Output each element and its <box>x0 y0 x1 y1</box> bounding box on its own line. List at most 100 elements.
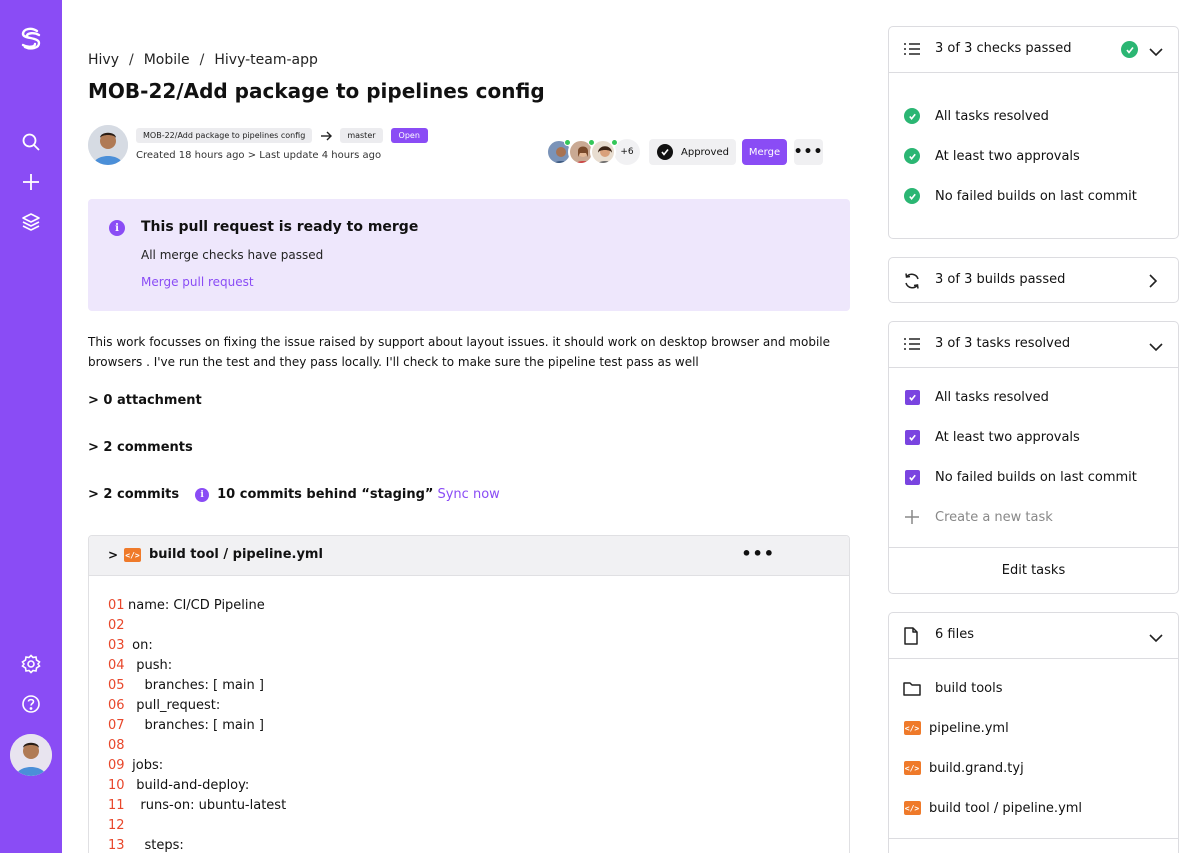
code-line: 05 branches: [ main ] <box>108 676 286 696</box>
code-file-icon: </> <box>903 801 921 815</box>
code-more-button[interactable]: ••• <box>741 544 775 563</box>
info-icon: i <box>195 487 210 502</box>
plus-icon[interactable] <box>19 170 43 194</box>
line-number: 05 <box>108 678 125 693</box>
breadcrumb-item-repo[interactable]: Hivy-team-app <box>214 52 318 68</box>
commits-toggle[interactable]: > 2 commits <box>88 487 179 502</box>
code-line: 12 <box>108 816 286 836</box>
line-content: name: CI/CD Pipeline <box>128 598 265 613</box>
help-icon[interactable] <box>19 692 43 716</box>
check-item: All tasks resolved <box>903 107 1049 125</box>
code-viewer: > </> build tool / pipeline.yml ••• 01 na… <box>88 535 850 853</box>
checks-title: 3 of 3 checks passed <box>935 41 1072 56</box>
create-task-row[interactable]: Create a new task <box>903 508 1053 526</box>
sync-now-link[interactable]: Sync now <box>437 487 499 502</box>
edit-tasks-button[interactable]: Edit tasks <box>889 547 1178 593</box>
chevron-right-icon[interactable]: > <box>108 548 118 562</box>
task-label: No failed builds on last commit <box>935 469 1137 485</box>
line-number: 08 <box>108 738 125 753</box>
line-content: branches: [ main ] <box>128 678 264 693</box>
check-item-label: At least two approvals <box>935 148 1080 164</box>
file-item[interactable]: </> build.grand.tyj <box>903 759 1024 777</box>
line-number: 06 <box>108 698 125 713</box>
more-options-button[interactable]: ••• <box>794 139 823 165</box>
code-header[interactable]: > </> build tool / pipeline.yml ••• <box>89 536 849 576</box>
task-checkbox[interactable] <box>904 469 920 485</box>
layers-icon[interactable] <box>19 210 43 234</box>
builds-header[interactable]: 3 of 3 builds passed <box>889 258 1178 304</box>
checks-header[interactable]: 3 of 3 checks passed <box>889 27 1178 73</box>
line-number: 07 <box>108 718 125 733</box>
code-lines: 01 name: CI/CD Pipeline 02 03 on: 04 push: 05… <box>108 596 286 853</box>
merge-button[interactable]: Merge <box>742 139 787 165</box>
chevron-down-icon[interactable] <box>1148 628 1164 647</box>
code-file-icon: </> <box>903 721 921 735</box>
files-card: 6 files build tools </> pipeline.yml </>… <box>888 612 1179 853</box>
settings-icon[interactable] <box>19 652 43 676</box>
code-line: 04 push: <box>108 656 286 676</box>
tasks-card: 3 of 3 tasks resolved All tasks resolved… <box>888 321 1179 594</box>
line-number: 01 <box>108 598 125 613</box>
breadcrumb-item-workspace[interactable]: Hivy <box>88 52 119 68</box>
code-line: 09 jobs: <box>108 756 286 776</box>
file-item[interactable]: </> build tool / pipeline.yml <box>903 799 1082 817</box>
comments-toggle[interactable]: > 2 comments <box>88 440 193 455</box>
logo-icon[interactable] <box>17 26 45 54</box>
merge-pull-request-link[interactable]: Merge pull request <box>141 275 254 289</box>
chevron-down-icon[interactable] <box>1148 337 1164 356</box>
check-item-label: All tasks resolved <box>935 108 1049 124</box>
line-number: 12 <box>108 818 125 833</box>
create-task-label[interactable]: Create a new task <box>935 510 1053 525</box>
task-checkbox[interactable] <box>904 389 920 405</box>
task-label: At least two approvals <box>935 429 1080 445</box>
files-header[interactable]: 6 files <box>889 613 1178 659</box>
attachments-toggle[interactable]: > 0 attachment <box>88 393 202 408</box>
source-branch[interactable]: MOB-22/Add package to pipelines config <box>136 128 313 143</box>
code-file-name: build tool / pipeline.yml <box>149 547 323 562</box>
line-content: pull_request: <box>128 698 221 713</box>
pr-meta: Created 18 hours ago > Last update 4 hou… <box>136 150 382 161</box>
files-title: 6 files <box>935 627 974 642</box>
line-number: 11 <box>108 798 125 813</box>
tasks-header[interactable]: 3 of 3 tasks resolved <box>889 322 1178 368</box>
page-title: MOB-22/Add package to pipelines config <box>88 79 545 103</box>
file-item[interactable]: </> pipeline.yml <box>903 719 1009 737</box>
list-icon <box>903 41 921 61</box>
line-content: branches: [ main ] <box>128 718 264 733</box>
code-line: 07 branches: [ main ] <box>108 716 286 736</box>
refresh-icon <box>903 272 921 294</box>
builds-card[interactable]: 3 of 3 builds passed <box>888 257 1179 303</box>
breadcrumb-item-project[interactable]: Mobile <box>144 52 190 68</box>
approved-button[interactable]: Approved <box>649 139 736 165</box>
search-icon[interactable] <box>19 130 43 154</box>
line-number: 02 <box>108 618 125 633</box>
commits-row: > 2 commits i 10 commits behind “staging… <box>88 487 500 502</box>
check-circle-icon <box>1121 41 1138 58</box>
check-circle-icon <box>904 108 920 124</box>
code-line: 02 <box>108 616 286 636</box>
pr-description: This work focusses on fixing the issue r… <box>88 335 830 369</box>
chevron-right-icon[interactable] <box>1148 273 1158 293</box>
breadcrumb: Hivy / Mobile / Hivy-team-app <box>88 52 318 68</box>
user-avatar[interactable] <box>10 734 52 776</box>
line-number: 09 <box>108 758 125 773</box>
task-checkbox[interactable] <box>904 429 920 445</box>
task-item: No failed builds on last commit <box>903 468 1137 486</box>
code-line: 10 build-and-deploy: <box>108 776 286 796</box>
file-label: build tool / pipeline.yml <box>929 800 1083 816</box>
code-file-icon: </> <box>124 548 141 562</box>
check-icon <box>657 144 673 160</box>
target-branch[interactable]: master <box>340 128 383 143</box>
line-content: steps: <box>128 838 184 853</box>
folder-label: build tools <box>935 680 1003 696</box>
task-item: At least two approvals <box>903 428 1080 446</box>
check-item: At least two approvals <box>903 147 1080 165</box>
folder-icon <box>903 679 921 697</box>
line-content: on: <box>128 638 153 653</box>
author-avatar[interactable] <box>88 125 128 165</box>
sidebar <box>0 0 62 853</box>
check-circle-icon <box>904 188 920 204</box>
chevron-down-icon[interactable] <box>1148 42 1164 61</box>
folder-item[interactable]: build tools <box>903 679 1003 697</box>
code-line: 13 steps: <box>108 836 286 853</box>
